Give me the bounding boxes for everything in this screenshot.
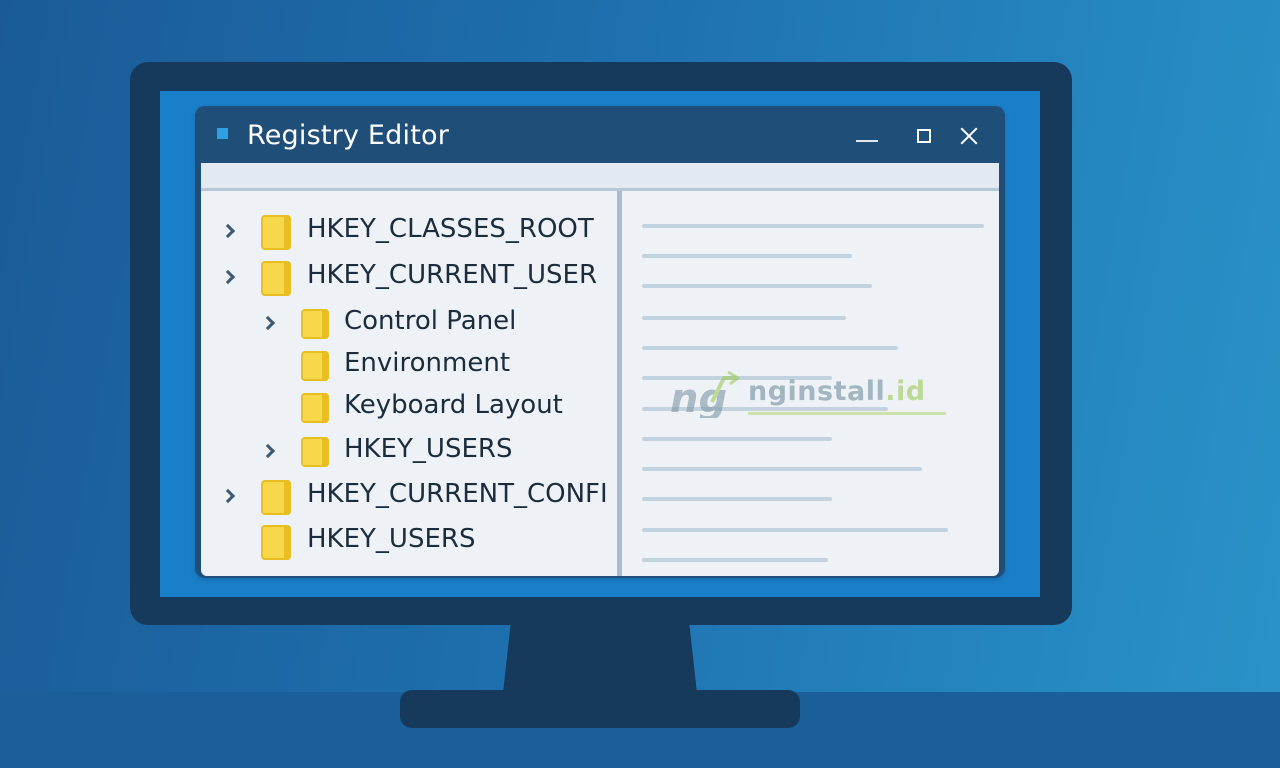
folder-icon bbox=[301, 437, 329, 467]
nginstall-logo-icon: ng bbox=[670, 370, 740, 418]
value-row-placeholder bbox=[642, 497, 832, 501]
chevron-right-icon[interactable] bbox=[260, 315, 276, 331]
close-icon[interactable] bbox=[953, 122, 987, 152]
toolbar-strip bbox=[201, 163, 999, 191]
minimize-icon[interactable] bbox=[850, 122, 884, 152]
watermark-tld: .id bbox=[885, 376, 926, 407]
folder-icon bbox=[261, 525, 291, 560]
folder-icon bbox=[261, 480, 291, 515]
tree-item-control-panel[interactable]: Control Panel bbox=[260, 306, 613, 346]
value-row-placeholder bbox=[642, 254, 852, 258]
chevron-right-icon[interactable] bbox=[220, 488, 236, 504]
value-row-placeholder bbox=[642, 284, 872, 288]
tree-item-hkey-users-nested[interactable]: HKEY_USERS bbox=[260, 434, 613, 474]
folder-icon bbox=[261, 215, 291, 250]
tree-item-label: HKEY_CLASSES_ROOT bbox=[307, 214, 594, 244]
key-tree-pane: HKEY_CLASSES_ROOT HKEY_CURRENT_USER Cont… bbox=[201, 194, 617, 576]
monitor-stand bbox=[503, 623, 697, 693]
maximize-icon[interactable] bbox=[907, 122, 941, 152]
chevron-right-icon[interactable] bbox=[220, 223, 236, 239]
registry-app-icon bbox=[217, 128, 228, 139]
tree-item-label: HKEY_USERS bbox=[307, 524, 476, 554]
tree-item-label: HKEY_CURRENT_USER bbox=[307, 260, 598, 290]
value-row-placeholder bbox=[642, 437, 832, 441]
tree-item-hkey-users[interactable]: HKEY_USERS bbox=[223, 524, 613, 564]
value-row-placeholder bbox=[642, 316, 846, 320]
value-row-placeholder bbox=[642, 558, 828, 562]
registry-editor-window: Registry Editor HKEY_CLASSES_ROOT HKEY_C… bbox=[195, 106, 1005, 578]
tree-item-environment[interactable]: Environment bbox=[263, 348, 613, 388]
tree-item-hkey-classes-root[interactable]: HKEY_CLASSES_ROOT bbox=[220, 214, 613, 254]
watermark-site-name: nginstall bbox=[748, 376, 886, 407]
tree-item-label: Control Panel bbox=[344, 306, 517, 336]
folder-icon bbox=[261, 261, 291, 296]
tree-item-hkey-current-config[interactable]: HKEY_CURRENT_CONFI bbox=[220, 479, 617, 519]
window-title: Registry Editor bbox=[247, 120, 450, 151]
tree-item-label: Environment bbox=[344, 348, 511, 378]
watermark-underline bbox=[748, 412, 946, 415]
title-bar[interactable]: Registry Editor bbox=[195, 106, 1005, 164]
folder-icon bbox=[301, 309, 329, 339]
monitor-base bbox=[400, 690, 800, 728]
value-row-placeholder bbox=[642, 224, 984, 228]
folder-icon bbox=[301, 351, 329, 381]
watermark-text: nginstall.id bbox=[748, 376, 926, 407]
tree-item-keyboard-layout[interactable]: Keyboard Layout bbox=[263, 390, 613, 430]
tree-item-label: HKEY_CURRENT_CONFI bbox=[307, 479, 608, 509]
site-watermark: ng nginstall.id bbox=[668, 362, 958, 422]
chevron-right-icon[interactable] bbox=[260, 443, 276, 459]
value-row-placeholder bbox=[642, 346, 898, 350]
logo-lettering: ng bbox=[670, 376, 727, 418]
chevron-right-icon[interactable] bbox=[220, 269, 236, 285]
value-row-placeholder bbox=[642, 528, 948, 532]
tree-item-label: HKEY_USERS bbox=[344, 434, 513, 464]
folder-icon bbox=[301, 393, 329, 423]
tree-item-hkey-current-user[interactable]: HKEY_CURRENT_USER bbox=[220, 260, 613, 300]
value-row-placeholder bbox=[642, 467, 922, 471]
tree-item-label: Keyboard Layout bbox=[344, 390, 563, 420]
